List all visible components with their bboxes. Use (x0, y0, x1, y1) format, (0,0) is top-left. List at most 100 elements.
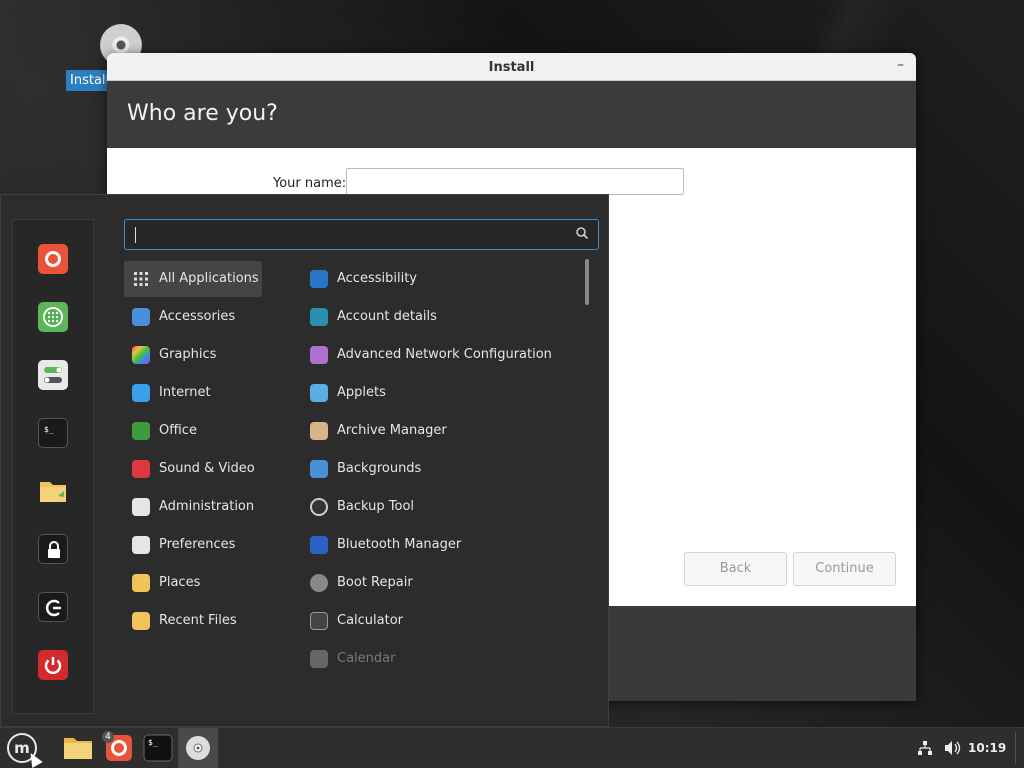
applets-icon (310, 384, 328, 402)
folder-icon (64, 738, 92, 759)
app-label: Backgrounds (337, 461, 422, 476)
network-icon[interactable] (916, 728, 934, 768)
category-label: Places (159, 575, 201, 590)
boot-repair-icon (310, 574, 328, 592)
scissors-icon (132, 308, 150, 326)
app-calendar[interactable]: Calendar (302, 641, 582, 677)
office-icon (132, 422, 150, 440)
search-input[interactable] (124, 219, 599, 250)
shutdown-icon[interactable] (38, 650, 68, 680)
backup-icon (310, 498, 328, 516)
window-header: Who are you? (107, 81, 916, 148)
category-label: Office (159, 423, 197, 438)
palette-icon (132, 346, 150, 364)
calculator-icon (310, 612, 328, 630)
category-sound-video[interactable]: Sound & Video (124, 451, 262, 487)
app-label: Archive Manager (337, 423, 447, 438)
app-accessibility[interactable]: Accessibility (302, 261, 582, 297)
app-label: Calculator (337, 613, 404, 628)
name-label: Your name: (273, 176, 347, 191)
disc-icon (186, 736, 210, 760)
calendar-icon (310, 650, 328, 668)
settings-icon[interactable] (38, 360, 68, 390)
category-label: Internet (159, 385, 211, 400)
logout-icon[interactable] (38, 592, 68, 622)
text-caret (135, 227, 136, 243)
category-recent-files[interactable]: Recent Files (124, 603, 262, 639)
taskbar-install[interactable] (178, 728, 218, 768)
app-label: Bluetooth Manager (337, 537, 462, 552)
category-places[interactable]: Places (124, 565, 262, 601)
taskbar-files[interactable] (58, 728, 98, 768)
app-label: Backup Tool (337, 499, 415, 514)
category-office[interactable]: Office (124, 413, 262, 449)
app-account-details[interactable]: Account details (302, 299, 582, 335)
grid-icon (134, 272, 148, 286)
window-title: Install (488, 60, 535, 75)
terminal-icon[interactable]: $_ (38, 418, 68, 448)
lock-icon[interactable] (38, 534, 68, 564)
app-backup-tool[interactable]: Backup Tool (302, 489, 582, 525)
archive-icon (310, 422, 328, 440)
svg-text:$_: $_ (148, 738, 158, 747)
app-label: Accessibility (337, 271, 417, 286)
name-input[interactable] (346, 168, 684, 195)
category-all-applications[interactable]: All Applications (124, 261, 262, 297)
category-label: Recent Files (159, 613, 237, 628)
play-icon (132, 460, 150, 478)
app-backgrounds[interactable]: Backgrounds (302, 451, 582, 487)
category-internet[interactable]: Internet (124, 375, 262, 411)
network-arrows-icon (310, 346, 328, 364)
search-icon (576, 227, 589, 240)
clock[interactable]: 10:19 (968, 741, 1006, 755)
app-label: Calendar (337, 651, 396, 666)
firefox-icon[interactable] (38, 244, 68, 274)
taskbar: m 4 $_ 10:19 (0, 727, 1024, 768)
app-calculator[interactable]: Calculator (302, 603, 582, 639)
app-boot-repair[interactable]: Boot Repair (302, 565, 582, 601)
terminal-icon: $_ (143, 734, 173, 762)
files-icon[interactable] (38, 476, 68, 506)
app-applets[interactable]: Applets (302, 375, 582, 411)
menu-scrollbar[interactable] (585, 259, 589, 305)
toggle-icon (132, 498, 150, 516)
app-label: Advanced Network Configuration (337, 347, 552, 362)
window-titlebar[interactable]: Install – (107, 53, 916, 81)
accessibility-icon (310, 270, 328, 288)
category-label: Accessories (159, 309, 236, 324)
show-desktop-button[interactable] (1015, 732, 1016, 764)
backgrounds-icon (310, 460, 328, 478)
back-button[interactable]: Back (684, 552, 787, 586)
taskbar-terminal[interactable]: $_ (138, 728, 178, 768)
app-label: Account details (337, 309, 437, 324)
category-label: Graphics (159, 347, 217, 362)
page-title: Who are you? (127, 101, 278, 126)
svg-text:$_: $_ (44, 425, 54, 434)
app-advanced-network-configuration[interactable]: Advanced Network Configuration (302, 337, 582, 373)
app-label: Applets (337, 385, 386, 400)
app-bluetooth-manager[interactable]: Bluetooth Manager (302, 527, 582, 563)
taskbar-firefox[interactable]: 4 (99, 728, 139, 768)
volume-icon[interactable] (942, 728, 962, 768)
application-menu: $_ All Applications Accessories Graphics… (0, 194, 609, 727)
app-label: Boot Repair (337, 575, 413, 590)
category-graphics[interactable]: Graphics (124, 337, 262, 373)
recent-folder-icon (132, 612, 150, 630)
cloud-icon (132, 384, 150, 402)
window-count-badge: 4 (102, 731, 114, 743)
software-manager-icon[interactable] (38, 302, 68, 332)
category-administration[interactable]: Administration (124, 489, 262, 525)
category-accessories[interactable]: Accessories (124, 299, 262, 335)
folder-icon (132, 574, 150, 592)
favorites-bar: $_ (12, 219, 94, 714)
category-preferences[interactable]: Preferences (124, 527, 262, 563)
category-label: Preferences (159, 537, 236, 552)
app-archive-manager[interactable]: Archive Manager (302, 413, 582, 449)
category-label: Sound & Video (159, 461, 255, 476)
switches-icon (132, 536, 150, 554)
continue-button[interactable]: Continue (793, 552, 896, 586)
minimize-button[interactable]: – (897, 57, 904, 73)
category-label: All Applications (159, 271, 259, 286)
bluetooth-icon (310, 536, 328, 554)
category-label: Administration (159, 499, 255, 514)
